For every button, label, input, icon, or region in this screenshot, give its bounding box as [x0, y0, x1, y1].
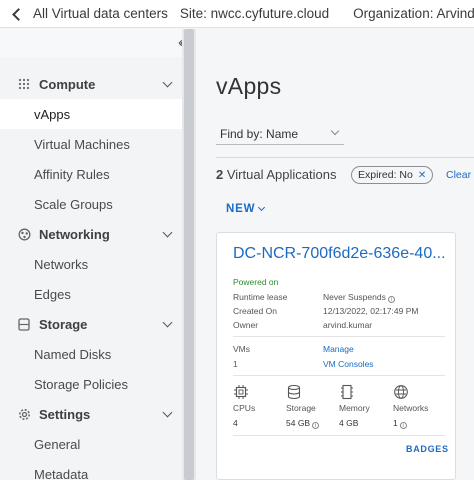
nav-group-storage[interactable]: Storage	[0, 309, 182, 339]
chevron-down-icon	[162, 317, 173, 328]
memory-value: 4 GB	[339, 418, 359, 428]
cpu-icon	[234, 385, 248, 399]
vms-value: 1	[233, 359, 238, 369]
site-label: Site: nwcc.cyfuture.cloud	[179, 6, 330, 21]
vapp-card-title[interactable]: DC-NCR-700f6d2e-636e-40...	[233, 245, 453, 263]
find-by-value: Name	[266, 127, 299, 141]
badges-button[interactable]: BADGES	[406, 444, 449, 454]
nav-group-settings[interactable]: Settings	[0, 399, 182, 429]
nav-group-label: Storage	[39, 316, 88, 332]
storage-label: Storage	[286, 403, 316, 413]
chevron-down-icon	[330, 126, 340, 136]
vapp-count-label: Virtual Applications	[226, 167, 337, 182]
divider	[233, 375, 445, 376]
sidebar: ‹‹ Compute vApps Virtual Machines Affini…	[0, 29, 185, 480]
chevron-down-icon	[162, 77, 173, 88]
filter-chip-label: Expired: No	[358, 169, 413, 181]
globe-icon	[394, 385, 408, 399]
sidebar-scrollbar-thumb[interactable]	[184, 29, 194, 480]
sidebar-item-affinity-rules[interactable]: Affinity Rules	[0, 159, 182, 189]
main-content: vApps Find by: Name 2 Virtual Applicatio…	[196, 29, 474, 480]
gear-icon	[17, 407, 31, 421]
sidebar-item-networks[interactable]: Networks	[0, 249, 182, 279]
back-to-vdcs-link[interactable]: All Virtual data centers	[0, 6, 168, 21]
sidebar-item-metadata[interactable]: Metadata	[0, 459, 182, 480]
sidebar-item-virtual-machines[interactable]: Virtual Machines	[0, 129, 182, 159]
vapp-count-number: 2	[216, 167, 224, 182]
back-link-label: All Virtual data centers	[33, 6, 168, 21]
vm-consoles-link[interactable]: VM Consoles	[323, 359, 374, 369]
new-vapp-button[interactable]: NEW	[226, 203, 266, 215]
new-button-label: NEW	[226, 203, 256, 215]
networks-value: 1i	[393, 418, 407, 429]
chevron-left-icon	[12, 7, 25, 21]
compute-grid-icon	[17, 77, 31, 91]
nav-group-networking[interactable]: Networking	[0, 219, 182, 249]
divider	[233, 435, 445, 436]
vapp-card: DC-NCR-700f6d2e-636e-40... Powered on Ru…	[216, 232, 456, 480]
info-icon[interactable]: i	[387, 296, 395, 303]
info-icon[interactable]: i	[312, 422, 320, 429]
chevron-down-icon	[258, 203, 266, 212]
nav-group-label: Settings	[39, 406, 91, 422]
sidebar-item-general[interactable]: General	[0, 429, 182, 459]
cpus-label: CPUs	[233, 403, 256, 413]
organization-label: Organization: ArvindK	[353, 6, 474, 21]
find-by-label: Find by: Name	[220, 127, 299, 141]
created-on-value: 12/13/2022, 02:17:49 PM	[323, 306, 419, 316]
sidebar-item-edges[interactable]: Edges	[0, 279, 182, 309]
divider	[216, 157, 474, 158]
memory-icon	[341, 384, 353, 400]
runtime-lease-label: Runtime lease	[233, 292, 288, 302]
power-status: Powered on	[233, 277, 279, 287]
sidebar-collapse-bar: ‹‹	[0, 29, 185, 57]
sidebar-item-scale-groups[interactable]: Scale Groups	[0, 189, 182, 219]
vapp-count: 2 Virtual Applications	[216, 167, 336, 182]
memory-label: Memory	[339, 403, 370, 413]
filter-chip-expired: Expired: No ✕	[351, 166, 434, 184]
clear-filters-link[interactable]: Clear	[446, 169, 471, 181]
sidebar-item-storage-policies[interactable]: Storage Policies	[0, 369, 182, 399]
cpus-value: 4	[233, 418, 238, 428]
nav-group-label: Compute	[39, 76, 96, 92]
info-icon[interactable]: i	[399, 422, 407, 429]
networks-label: Networks	[393, 403, 429, 413]
nav-group-compute[interactable]: Compute	[0, 69, 182, 99]
storage-icon	[17, 317, 31, 331]
close-icon[interactable]: ✕	[418, 170, 426, 181]
chevron-down-icon	[162, 407, 173, 418]
owner-value: arvind.kumar	[323, 320, 373, 330]
divider	[233, 336, 445, 337]
database-icon	[287, 384, 301, 400]
created-on-label: Created On	[233, 306, 277, 316]
sidebar-item-vapps[interactable]: vApps	[0, 99, 182, 129]
vms-label: VMs	[233, 344, 250, 354]
nav-group-label: Networking	[39, 226, 110, 242]
chevron-down-icon	[162, 227, 173, 238]
runtime-lease-value: Never Suspends i	[323, 292, 395, 303]
top-bar: All Virtual data centers Site: nwcc.cyfu…	[0, 0, 474, 28]
manage-link[interactable]: Manage	[323, 344, 354, 354]
storage-value: 54 GB i	[286, 418, 320, 429]
page-title: vApps	[216, 73, 282, 99]
networking-icon	[17, 227, 31, 241]
sidebar-item-named-disks[interactable]: Named Disks	[0, 339, 182, 369]
owner-label: Owner	[233, 320, 259, 330]
